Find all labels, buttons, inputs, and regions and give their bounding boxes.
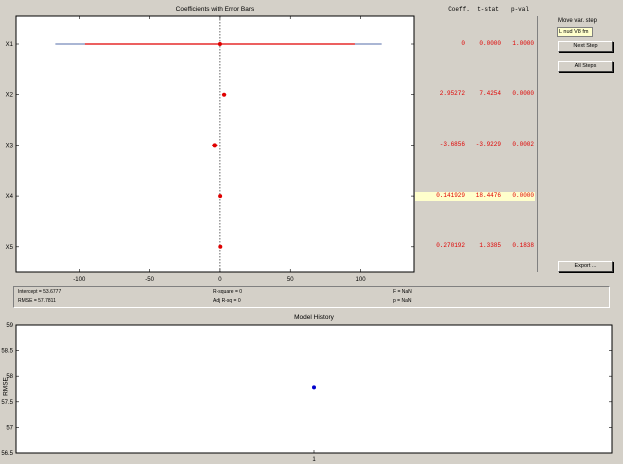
adj-rsq-text: Adj R-sq = 0 xyxy=(213,298,241,304)
coefficient-point xyxy=(218,244,223,249)
x-tick-label: -100 xyxy=(73,277,86,283)
next-step-button[interactable]: Next Step xyxy=(558,41,613,52)
coefficient-point xyxy=(222,92,227,97)
history-point xyxy=(312,385,316,390)
x-tick-label: -50 xyxy=(145,277,154,283)
coefficient-point xyxy=(212,143,217,148)
y-tick-label: X3 xyxy=(6,143,14,149)
y-tick-label: X5 xyxy=(6,245,14,251)
p-text: p = NaN xyxy=(393,298,412,304)
x-tick-label: 1 xyxy=(312,457,316,463)
y-tick-label: 59 xyxy=(6,323,13,329)
stats-panel: Intercept = 53.6777 RMSE = 57.7811 R-squ… xyxy=(13,286,610,308)
x-tick-label: 0 xyxy=(218,277,222,283)
table-row[interactable]: -3.6856 -3.9229 0.0002 xyxy=(415,141,537,150)
table-row[interactable]: 0.270192 1.3385 0.1838 xyxy=(415,242,537,251)
y-tick-label: X4 xyxy=(6,194,14,200)
coefficient-point xyxy=(217,42,222,46)
header-pval: p-val xyxy=(510,6,529,13)
table-row[interactable]: 0 0.0000 1.0000 xyxy=(415,40,537,49)
rsquare-text: R-square = 0 xyxy=(213,289,243,295)
y-tick-label: 58.5 xyxy=(1,349,13,355)
x-tick-label: 100 xyxy=(356,277,367,283)
y-tick-label: 57 xyxy=(6,425,13,431)
rmse-text: RMSE = 57.7811 xyxy=(18,298,56,304)
export-button[interactable]: Export ... xyxy=(558,261,613,272)
history-ylabel: RMSE xyxy=(2,377,10,396)
y-tick-label: 57.5 xyxy=(1,400,13,406)
coefficient-point xyxy=(218,194,223,199)
y-tick-label: 56.5 xyxy=(1,451,13,457)
f-text: F = NaN xyxy=(393,289,412,295)
intercept-text: Intercept = 53.6777 xyxy=(18,289,62,295)
history-chart: 5958.55857.55756.51 xyxy=(1,323,613,463)
table-row[interactable]: 2.95272 7.4254 0.0000 xyxy=(415,90,537,99)
move-var-label: Move var. step xyxy=(558,18,598,24)
header-tstat: t-stat xyxy=(477,6,499,13)
y-tick-label: X2 xyxy=(6,93,14,99)
table-row-selected[interactable]: 0.141929 18.4476 0.0000 xyxy=(415,192,535,201)
all-steps-button[interactable]: All Steps xyxy=(558,61,613,72)
coefficient-table: Coeff. t-stat p-val 0 0.0000 1.0000 2.95… xyxy=(415,6,538,272)
move-var-input[interactable]: L nud V8 fm xyxy=(557,27,593,37)
y-tick-label: X1 xyxy=(6,42,14,48)
x-tick-label: 50 xyxy=(287,277,294,283)
